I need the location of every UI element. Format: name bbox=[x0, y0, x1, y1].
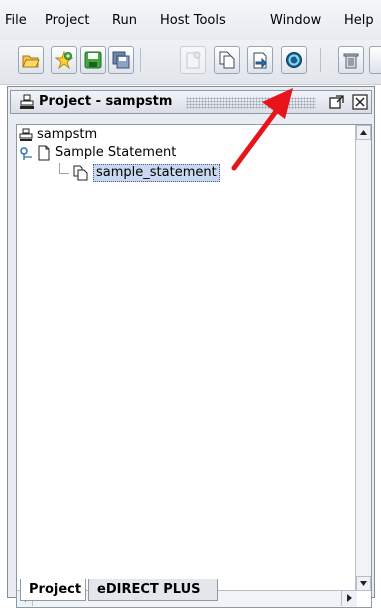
document-icon bbox=[38, 145, 50, 161]
open-folder-button[interactable] bbox=[18, 46, 44, 74]
arrow-up-icon bbox=[360, 130, 367, 135]
close-icon[interactable] bbox=[352, 94, 368, 110]
toolbar-overflow-button[interactable] bbox=[369, 46, 381, 74]
save-button[interactable] bbox=[80, 46, 106, 74]
save-all-button[interactable] bbox=[108, 46, 134, 74]
tree-root-label[interactable]: sampstm bbox=[37, 127, 97, 143]
toolbar bbox=[0, 40, 381, 85]
refresh-connect-button[interactable] bbox=[281, 46, 307, 74]
tree-item-sample-statement[interactable]: Sample Statement bbox=[55, 145, 176, 161]
panel-title: Project - sampstm bbox=[39, 94, 173, 109]
menu-window[interactable]: Window bbox=[270, 13, 321, 29]
menu-file[interactable]: File bbox=[5, 13, 27, 29]
trash-icon bbox=[343, 53, 359, 69]
tree-connector bbox=[59, 173, 69, 174]
toolbar-separator bbox=[320, 48, 321, 72]
menu-project[interactable]: Project bbox=[45, 13, 89, 29]
arrow-down-icon bbox=[360, 581, 367, 586]
toolbar-separator bbox=[140, 48, 141, 72]
new-project-button[interactable] bbox=[51, 46, 77, 74]
refresh-connect-icon bbox=[286, 52, 302, 68]
tab-edirect-plus[interactable]: eDIRECT PLUS bbox=[88, 579, 218, 601]
project-stamp-icon bbox=[20, 94, 34, 109]
export-document-icon bbox=[253, 52, 267, 69]
project-tree: sampstm Sample Statement sample_statemen… bbox=[16, 124, 372, 608]
maximize-icon[interactable] bbox=[329, 94, 345, 110]
copy-document-button[interactable] bbox=[214, 46, 240, 74]
menu-help[interactable]: Help bbox=[344, 13, 374, 29]
scroll-down-button[interactable] bbox=[356, 576, 371, 591]
tab-project[interactable]: Project bbox=[20, 579, 86, 601]
arrow-right-icon bbox=[347, 594, 352, 602]
menu-host-tools[interactable]: Host Tools bbox=[160, 13, 226, 29]
menu-run[interactable]: Run bbox=[112, 13, 137, 29]
trash-button[interactable] bbox=[338, 46, 364, 74]
menu-bar: File Project Run Host Tools Window Help bbox=[0, 0, 381, 40]
panel-header: Project - sampstm bbox=[10, 90, 372, 114]
panel-grip[interactable] bbox=[186, 97, 316, 109]
scroll-right-button[interactable] bbox=[341, 591, 357, 606]
vertical-scrollbar[interactable] bbox=[355, 125, 371, 591]
project-panel: Project - sampstm sampstm Sample Stateme… bbox=[7, 86, 375, 608]
save-all-icon bbox=[112, 51, 130, 69]
scroll-up-button[interactable] bbox=[356, 125, 371, 140]
new-document-disabled-icon bbox=[186, 51, 201, 69]
export-document-button[interactable] bbox=[247, 46, 273, 74]
tree-connector bbox=[59, 163, 60, 173]
tree-expand-handle-icon[interactable] bbox=[19, 147, 33, 161]
copy-document-icon bbox=[73, 165, 88, 181]
copy-document-icon bbox=[219, 51, 235, 69]
new-project-star-icon bbox=[55, 51, 73, 69]
save-green-icon bbox=[84, 51, 102, 69]
new-document-button[interactable] bbox=[180, 46, 206, 74]
open-folder-icon bbox=[22, 55, 40, 68]
project-stamp-icon bbox=[19, 128, 33, 141]
tree-item-sample-statement-leaf[interactable]: sample_statement bbox=[93, 164, 220, 182]
